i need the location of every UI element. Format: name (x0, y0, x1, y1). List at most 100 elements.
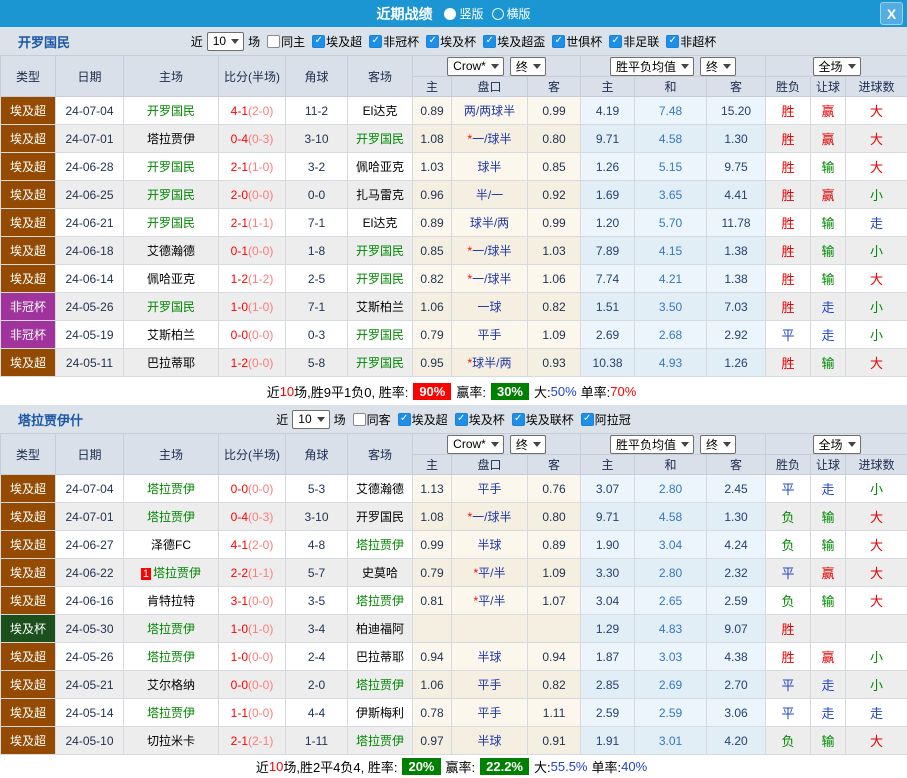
league-filter-item[interactable]: ✓埃及杯 (426, 33, 476, 50)
result-handicap: 走 (811, 699, 846, 727)
result-goals: 大 (846, 503, 907, 531)
handicap-line: *一/球半 (452, 125, 528, 153)
avg-group-header: 胜平负均值 终 (581, 56, 766, 77)
team-name: 开罗国民 (18, 32, 70, 51)
league-filter-label: 非冠杯 (383, 33, 419, 50)
away-team: 佩哈亚克 (348, 153, 413, 181)
odds-time-select[interactable]: 终 (510, 57, 546, 76)
half-time-score: (0-3) (248, 132, 273, 146)
avg-away-odds: 4.24 (707, 531, 766, 559)
league-filter-label: 埃及超盃 (497, 33, 545, 50)
match-date: 24-05-19 (56, 321, 124, 349)
handicap-line: *球半/两 (452, 349, 528, 377)
league-filter-item[interactable]: ✓世俱杯 (552, 33, 602, 50)
result-wdl: 胜 (766, 615, 811, 643)
avg-draw-odds: 3.65 (635, 181, 707, 209)
league-filter-item[interactable]: ✓埃及超 (398, 411, 448, 428)
result-wdl: 胜 (766, 153, 811, 181)
match-date: 24-05-30 (56, 615, 124, 643)
avg-away-odds: 9.75 (707, 153, 766, 181)
avg-draw-odds: 5.70 (635, 209, 707, 237)
away-team-name: 巴拉蒂耶 (356, 650, 404, 664)
home-team-name: 塔拉贾伊 (147, 622, 195, 636)
away-team-name: 塔拉贾伊 (356, 538, 404, 552)
col-header-date: 日期 (56, 56, 124, 97)
checkbox-unchecked-icon (267, 35, 280, 48)
match-date: 24-06-28 (56, 153, 124, 181)
close-icon[interactable]: X (880, 2, 903, 25)
match-date: 24-07-04 (56, 97, 124, 125)
col-header-away: 客场 (348, 434, 413, 475)
odds-company-select[interactable]: Crow* (447, 57, 504, 76)
league-type-badge: 埃及超 (1, 265, 56, 293)
col-header-handicap-result: 让球 (811, 77, 846, 97)
same-away-filter[interactable]: 同客 (353, 411, 391, 428)
home-odds: 0.85 (413, 237, 452, 265)
checkbox-checked-icon: ✓ (483, 35, 496, 48)
result-scope-select[interactable]: 全场 (813, 435, 861, 454)
corner-score: 11-2 (286, 97, 348, 125)
league-filter-item[interactable]: ✓埃及超 (312, 33, 362, 50)
layout-option-vertical[interactable]: 竖版 (444, 5, 483, 22)
layout-option-horizontal[interactable]: 横版 (492, 5, 531, 22)
avg-time-select[interactable]: 终 (700, 57, 736, 76)
games-count-select[interactable]: 10 (292, 410, 329, 429)
avg-time-select[interactable]: 终 (700, 435, 736, 454)
avg-home-odds: 3.07 (581, 475, 635, 503)
away-odds: 1.09 (528, 559, 581, 587)
league-filter-label: 阿拉冠 (595, 411, 631, 428)
avg-draw-odds: 2.59 (635, 699, 707, 727)
corner-score: 7-1 (286, 209, 348, 237)
avg-draw-odds: 4.83 (635, 615, 707, 643)
home-team: 开罗国民 (124, 153, 219, 181)
league-filter-item[interactable]: ✓埃及杯 (455, 411, 505, 428)
away-team: 塔拉贾伊 (348, 531, 413, 559)
avg-away-odds: 15.20 (707, 97, 766, 125)
same-home-filter[interactable]: 同主 (267, 33, 305, 50)
handicap-line: *平/半 (452, 587, 528, 615)
full-time-score: 1-0 (231, 622, 248, 636)
result-wdl: 平 (766, 321, 811, 349)
result-handicap: 输 (811, 503, 846, 531)
league-filter-item[interactable]: ✓非冠杯 (369, 33, 419, 50)
league-filter-item[interactable]: ✓非超杯 (666, 33, 716, 50)
odds-group-header: Crow* 终 (413, 56, 581, 77)
league-filter-label: 非超杯 (680, 33, 716, 50)
result-wdl: 平 (766, 671, 811, 699)
match-row: 埃及超24-05-26塔拉贾伊1-0(0-0)2-4巴拉蒂耶0.94半球0.94… (1, 643, 907, 671)
away-odds: 1.06 (528, 265, 581, 293)
home-odds: 1.08 (413, 125, 452, 153)
avg-home-odds: 1.91 (581, 727, 635, 755)
result-goals: 大 (846, 727, 907, 755)
star-marker: * (467, 356, 472, 370)
league-filter-item[interactable]: ✓埃及超盃 (483, 33, 545, 50)
away-team: 塔拉贾伊 (348, 587, 413, 615)
league-filter-item[interactable]: ✓非足联 (609, 33, 659, 50)
avg-away-odds: 7.03 (707, 293, 766, 321)
result-goals: 小 (846, 293, 907, 321)
result-goals: 小 (846, 237, 907, 265)
result-goals: 小 (846, 475, 907, 503)
handicap-line: 两/两球半 (452, 97, 528, 125)
half-time-score: (0-0) (248, 594, 273, 608)
avg-odds-select[interactable]: 胜平负均值 (610, 57, 694, 76)
league-filter-item[interactable]: ✓埃及联杯 (512, 411, 574, 428)
result-scope-select[interactable]: 全场 (813, 57, 861, 76)
avg-draw-odds: 3.50 (635, 293, 707, 321)
half-time-score: (2-1) (248, 734, 273, 748)
away-odds: 0.82 (528, 293, 581, 321)
league-type-badge: 埃及超 (1, 97, 56, 125)
odds-time-select[interactable]: 终 (510, 435, 546, 454)
chevron-down-icon (848, 64, 856, 69)
avg-away-odds: 4.38 (707, 643, 766, 671)
result-wdl: 胜 (766, 125, 811, 153)
match-date: 24-05-10 (56, 727, 124, 755)
odds-company-select[interactable]: Crow* (447, 435, 504, 454)
league-type-badge: 埃及超 (1, 237, 56, 265)
result-wdl: 平 (766, 699, 811, 727)
col-header-goals-result: 进球数 (846, 455, 907, 475)
avg-odds-select[interactable]: 胜平负均值 (610, 435, 694, 454)
games-count-select[interactable]: 10 (207, 32, 244, 51)
league-filter-item[interactable]: ✓阿拉冠 (581, 411, 631, 428)
handicap-line: 平手 (452, 475, 528, 503)
